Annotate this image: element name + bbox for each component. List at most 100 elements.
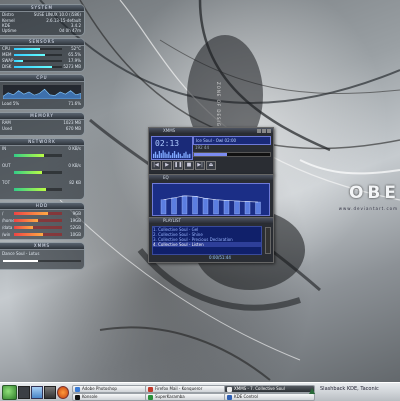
network-bar bbox=[14, 188, 62, 191]
cpu-panel-title: CPU bbox=[0, 75, 84, 82]
hdd-value: 10GB bbox=[70, 232, 81, 237]
xmms-playlist-titlebar[interactable]: PLAYLIST bbox=[149, 218, 273, 224]
xmms-playlist-list: 1. Collective Soul - Gel 2. Collective S… bbox=[152, 226, 262, 255]
network-label: IN bbox=[2, 146, 7, 151]
close-icon[interactable] bbox=[267, 129, 271, 133]
cpu-load-series bbox=[3, 88, 81, 99]
eq-band-slider[interactable] bbox=[213, 199, 219, 215]
spectrum-bar bbox=[170, 155, 172, 158]
spectrum-bar bbox=[175, 154, 178, 158]
spectrum-bar bbox=[172, 153, 174, 158]
taskbar-task[interactable]: Adobe Photoshop bbox=[72, 385, 153, 393]
eq-band-slider[interactable] bbox=[255, 201, 261, 215]
xmms-eq-bands bbox=[160, 195, 261, 215]
eq-curve bbox=[163, 195, 259, 203]
stop-icon[interactable]: ■ bbox=[184, 161, 194, 170]
memory-panel: MEMORY RAM 1023 MB Used 670 MB bbox=[0, 112, 85, 136]
eq-band-slider[interactable] bbox=[223, 200, 230, 215]
eq-band-slider[interactable] bbox=[160, 199, 167, 215]
wallpaper-brand-text: OBE bbox=[348, 183, 400, 203]
tray-app-icon[interactable]: ▲ bbox=[309, 386, 317, 396]
taskbar-task-active[interactable]: XMMS - 7. Collective Soul bbox=[224, 385, 315, 393]
hdd-label: /data bbox=[2, 225, 13, 230]
memory-value: 670 MB bbox=[65, 126, 81, 131]
xmms-widget-progress[interactable] bbox=[3, 260, 81, 262]
eq-band-slider[interactable] bbox=[171, 197, 177, 215]
spectrum-bar bbox=[181, 155, 183, 158]
file-manager-icon[interactable] bbox=[31, 386, 43, 399]
app-icon bbox=[75, 386, 80, 392]
spectrum-bar bbox=[183, 153, 185, 158]
network-panel-title: NETWORK bbox=[0, 139, 84, 146]
xmms-seek-fill bbox=[194, 153, 227, 156]
network-label: TOT bbox=[2, 180, 11, 185]
cpu-caption: Load 5% bbox=[2, 101, 20, 106]
shade-icon[interactable] bbox=[262, 129, 266, 133]
hdd-label: /home bbox=[2, 218, 15, 223]
xmms-playlist-title: PLAYLIST bbox=[163, 218, 181, 223]
network-bar bbox=[14, 171, 62, 174]
network-panel: NETWORK IN 0 KB/s OUT 0 KB/s TOT 82 KB bbox=[0, 138, 85, 200]
spectrum-bar bbox=[173, 151, 176, 158]
cpu-value: 71.6% bbox=[68, 101, 81, 106]
hdd-label: /win bbox=[2, 232, 11, 237]
task-label: SuperKaramba bbox=[155, 394, 185, 399]
eq-band-slider[interactable] bbox=[234, 200, 240, 215]
taskbar: Adobe Photoshop Konsole Firefox Mail - K… bbox=[0, 382, 400, 401]
task-label: Konsole bbox=[82, 394, 98, 399]
previous-icon[interactable]: |◀ bbox=[151, 161, 161, 170]
xmms-marquee: Ice Soul - Owl 02:00 bbox=[193, 136, 271, 145]
spectrum-bar bbox=[187, 154, 189, 158]
spectrum-bar bbox=[166, 153, 168, 158]
browser-icon[interactable] bbox=[57, 386, 69, 399]
system-value: 0d 0h 47m bbox=[59, 28, 81, 33]
taskbar-task[interactable]: Firefox Mail - Konqueror bbox=[145, 385, 232, 393]
hdd-bar bbox=[14, 219, 62, 222]
task-label: XMMS - 7. Collective Soul bbox=[234, 386, 285, 391]
sensor-label: DISK bbox=[2, 64, 12, 69]
sensor-value: 5273 MB bbox=[63, 64, 81, 69]
start-menu-icon[interactable] bbox=[2, 385, 17, 400]
eject-icon[interactable]: ⏏ bbox=[206, 161, 216, 170]
minimize-icon[interactable] bbox=[257, 129, 261, 133]
system-label: Uptime bbox=[2, 28, 17, 33]
playlist-scrollbar[interactable] bbox=[265, 227, 271, 254]
sensors-panel: SENSORS CPU 52°C MEM 65.5% SWAP 17.9% DISK 5… bbox=[0, 38, 85, 72]
pause-icon[interactable]: ❚❚ bbox=[173, 161, 183, 170]
wallpaper-vertical-text: ZONE OF DESIGN bbox=[216, 82, 221, 131]
playlist-item-selected[interactable]: 4. Collective Soul - Listen bbox=[153, 242, 261, 247]
spectrum-bar bbox=[185, 151, 187, 158]
terminal-icon[interactable] bbox=[44, 386, 56, 399]
app-icon bbox=[227, 386, 232, 392]
eq-band-slider[interactable] bbox=[244, 201, 251, 215]
xmms-widget-title: XMMS bbox=[0, 243, 84, 250]
sensor-bar bbox=[14, 48, 62, 50]
xmms-khz: 44 bbox=[203, 145, 210, 150]
show-desktop-icon[interactable] bbox=[18, 386, 30, 399]
spectrum-bar bbox=[164, 152, 166, 158]
sensor-bar bbox=[14, 66, 62, 68]
xmms-kbps: 192 bbox=[195, 145, 203, 150]
eq-band-slider[interactable] bbox=[181, 195, 188, 215]
spectrum-bar bbox=[154, 151, 157, 158]
network-value: 0 KB/s bbox=[68, 146, 81, 151]
xmms-player-title: XMMS bbox=[163, 128, 176, 133]
system-panel: SYSTEM Distro SUSE LINUX 10.0 (i586) Kern… bbox=[0, 4, 85, 36]
xmms-equalizer-titlebar[interactable]: EQ bbox=[149, 175, 273, 181]
memory-label: Used bbox=[2, 126, 13, 131]
xmms-seek-bar[interactable] bbox=[193, 152, 271, 157]
hdd-panel-title: HDD bbox=[0, 203, 84, 210]
eq-band-slider[interactable] bbox=[202, 198, 209, 215]
spectrum-bar bbox=[153, 153, 155, 158]
sensor-bar bbox=[14, 60, 62, 62]
eq-band-slider[interactable] bbox=[192, 196, 198, 215]
playlist-footer: 0:00/51:44 bbox=[209, 255, 231, 260]
xmms-transport: |◀ ▶ ❚❚ ■ ▶| ⏏ bbox=[151, 161, 216, 170]
spectrum-bar bbox=[189, 153, 191, 158]
spectrum-bar bbox=[168, 151, 170, 158]
xmms-player-titlebar[interactable]: XMMS bbox=[149, 128, 273, 134]
task-label: KDE Control bbox=[234, 394, 258, 399]
next-icon[interactable]: ▶| bbox=[195, 161, 205, 170]
play-icon[interactable]: ▶ bbox=[162, 161, 172, 170]
xmms-widget-track: Dance Soul - Lotus bbox=[2, 251, 40, 256]
